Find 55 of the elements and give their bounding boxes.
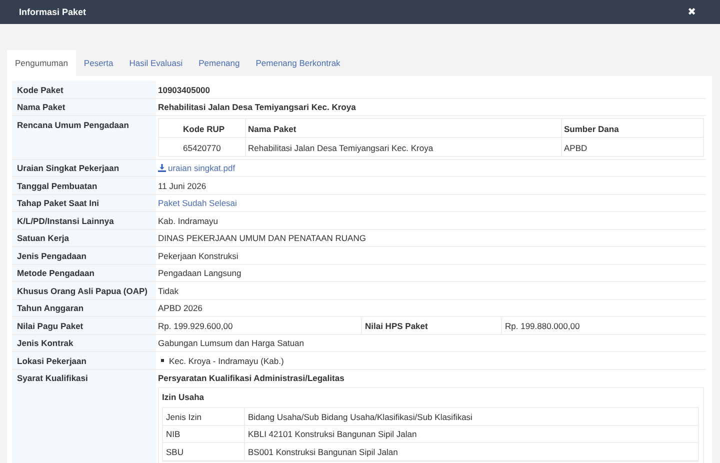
field-value: APBD 2026 [158, 303, 202, 313]
field-value: Pengadaan Langsung [158, 268, 242, 278]
column-header: Sumber Dana [561, 118, 703, 136]
field-label: Nilai Pagu Paket [12, 317, 156, 334]
field-label: Nilai HPS Paket [361, 316, 501, 334]
field-value: Kab. Indramayu [158, 216, 218, 226]
field-label: Uraian Singkat Pekerjaan [12, 160, 156, 176]
dialog-title: Informasi Paket [19, 7, 86, 17]
field-value: Pekerjaan Konstruksi [158, 250, 238, 260]
table-cell: Rehabilitasi Jalan Desa Temiyangsari Kec. Kroya [245, 138, 561, 156]
table-cell: Bidang Usaha/Sub Bidang Usaha/Klasifikasi/Sub Klasifikasi [244, 408, 698, 424]
tab[interactable]: Peserta [76, 50, 122, 76]
field-label: Metode Pengadaan [12, 264, 156, 281]
status-link[interactable]: Paket Sudah Selesai [158, 198, 237, 208]
field-label: Khusus Orang Asli Papua (OAP) [12, 282, 156, 298]
location-item: Kec. Kroya - Indramayu (Kab.) [169, 356, 284, 366]
field-label: Tahap Paket Saat Ini [12, 194, 156, 211]
field-label: K/L/PD/Instansi Lainnya [12, 212, 156, 228]
field-value: Rehabilitasi Jalan Desa Temiyangsari Kec. Kroya [158, 102, 356, 112]
tab[interactable]: Pengumuman [7, 50, 76, 76]
field-value: 11 Juni 2026 [158, 180, 206, 190]
field-value: 10903405000 [158, 84, 210, 94]
field-label: Nama Paket [12, 98, 156, 115]
table-cell-text: SBU [165, 446, 184, 458]
table-cell-text: NIB [165, 428, 182, 441]
field-value: Tidak [158, 286, 178, 296]
table-cell: APBD [561, 138, 703, 156]
close-button[interactable]: ✖ [688, 6, 696, 18]
field-label: Tanggal Pembuatan [12, 177, 156, 194]
download-link[interactable]: uraian singkat.pdf [158, 163, 236, 173]
table-cell-text: 65420770 [182, 142, 222, 154]
tab[interactable]: Pemenang Berkontrak [248, 50, 348, 76]
field-label: Jenis Pengadaan [12, 247, 156, 264]
table-cell: KBLI 42101 Konstruksi Bangunan Sipil Jalan [244, 426, 698, 442]
column-header: Nama Paket [245, 118, 561, 136]
bullet-icon [161, 359, 164, 362]
field-value: Rp. 199.880.000,00 [501, 316, 704, 334]
tab[interactable]: Pemenang [190, 50, 248, 76]
field-label: Syarat Kualifikasi [12, 370, 156, 463]
table-cell-text: Jenis Izin [165, 410, 202, 424]
column-header: Kode RUP [182, 122, 226, 136]
field-label: Rencana Umum Pengadaan [12, 116, 156, 158]
section-title: Izin Usaha [162, 392, 206, 402]
download-icon [158, 164, 166, 172]
field-value: DINAS PEKERJAAN UMUM DAN PENATAAN RUANG [158, 233, 366, 243]
field-label: Lokasi Pekerjaan [12, 352, 156, 368]
field-value: Rp. 199.929.600,00 [158, 320, 234, 333]
field-label: Jenis Kontrak [12, 334, 156, 351]
field-value: Gabungan Lumsum dan Harga Satuan [158, 338, 304, 348]
field-label: Satuan Kerja [12, 230, 156, 246]
field-label: Kode Paket [12, 81, 156, 98]
section-heading: Persyaratan Kualifikasi Administrasi/Legalitas [158, 373, 346, 383]
field-label: Tahun Anggaran [12, 300, 156, 316]
tab[interactable]: Hasil Evaluasi [121, 50, 191, 76]
table-cell: BS001 Konstruksi Bangunan Sipil Jalan [244, 443, 698, 460]
